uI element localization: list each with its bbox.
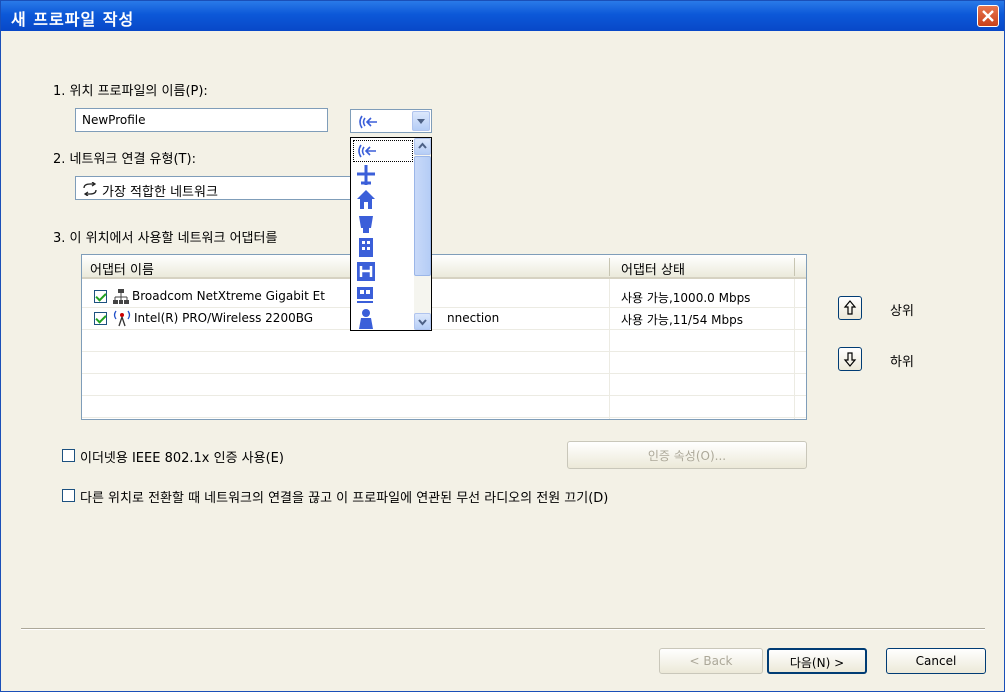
- train-icon[interactable]: [355, 284, 377, 306]
- move-up-button[interactable]: [838, 296, 862, 320]
- window-title: 새 프로파일 작성: [11, 10, 135, 29]
- table-row[interactable]: Broadcom NetXtreme Gigabit Et 사용 가능,1000…: [82, 286, 806, 308]
- hotel-icon[interactable]: [355, 260, 377, 282]
- disconnect-label[interactable]: 다른 위치로 전환할 때 네트워크의 연결을 끊고 이 프로파일에 연관된 무선…: [80, 487, 608, 506]
- coffee-cup-icon[interactable]: [355, 212, 377, 234]
- house-icon[interactable]: [355, 188, 377, 210]
- adapter-status: 사용 가능,1000.0 Mbps: [621, 291, 751, 305]
- disconnect-checkbox[interactable]: [62, 489, 75, 502]
- empty-row: [82, 396, 806, 418]
- title-bar[interactable]: 새 프로파일 작성: [1, 1, 1004, 31]
- close-icon: [982, 10, 994, 22]
- divider: [21, 628, 985, 630]
- adapter-list-header: 어댑터 이름 어댑터 상태: [82, 255, 806, 279]
- wireless-signal-icon: [359, 115, 377, 129]
- wired-network-icon: [113, 289, 129, 304]
- network-type-combo[interactable]: 가장 적합한 네트워크: [75, 176, 351, 200]
- adapter-checkbox[interactable]: [94, 312, 107, 325]
- arrow-up-icon: [843, 300, 857, 315]
- close-button[interactable]: [977, 5, 999, 27]
- person-icon[interactable]: [355, 308, 377, 330]
- profile-name-input[interactable]: NewProfile: [75, 108, 328, 132]
- move-down-label: 하위: [890, 355, 914, 370]
- column-adapter-status[interactable]: 어댑터 상태: [621, 259, 685, 278]
- dropdown-item-wireless[interactable]: [353, 140, 413, 162]
- arrow-down-icon: [843, 352, 857, 367]
- scroll-up-button[interactable]: [414, 138, 431, 155]
- wireless-signal-icon: [358, 144, 376, 158]
- adapter-status: 사용 가능,11/54 Mbps: [621, 313, 744, 327]
- refresh-icon: [83, 182, 97, 196]
- ieee-checkbox[interactable]: [62, 449, 75, 462]
- table-row[interactable]: Intel(R) PRO/Wireless 2200BG nnection 사용…: [82, 308, 806, 330]
- move-down-button[interactable]: [838, 347, 862, 371]
- empty-row: [82, 374, 806, 396]
- next-button[interactable]: 다음(N) >: [767, 648, 867, 674]
- move-up-label: 상위: [890, 304, 914, 319]
- icon-dropdown-list[interactable]: [350, 137, 432, 331]
- adapter-name: Intel(R) PRO/Wireless 2200BG: [134, 311, 314, 325]
- dialog-window: 새 프로파일 작성 1. 위치 프로파일의 이름(P): NewProfile …: [0, 0, 1005, 692]
- empty-row: [82, 352, 806, 374]
- empty-row: [82, 330, 806, 352]
- chevron-down-icon[interactable]: [412, 111, 430, 131]
- adapters-label: 3. 이 위치에서 사용할 네트워크 어댑터를: [53, 231, 278, 246]
- office-building-icon[interactable]: [355, 236, 377, 258]
- column-adapter-name[interactable]: 어댑터 이름: [90, 259, 154, 278]
- scroll-thumb[interactable]: [414, 156, 431, 276]
- network-type-value: 가장 적합한 네트워크: [102, 185, 218, 200]
- profile-name-label: 1. 위치 프로파일의 이름(P):: [53, 84, 208, 99]
- back-button[interactable]: < Back: [659, 648, 763, 674]
- chevron-down-icon: [418, 319, 427, 326]
- ieee-label[interactable]: 이더넷용 IEEE 802.1x 인증 사용(E): [80, 447, 284, 466]
- wireless-antenna-icon: [113, 310, 131, 327]
- cancel-button[interactable]: Cancel: [886, 648, 986, 674]
- network-type-label: 2. 네트워크 연결 유형(T):: [53, 152, 196, 167]
- airplane-icon[interactable]: [355, 164, 377, 186]
- auth-properties-button[interactable]: 인증 속성(O)...: [567, 441, 807, 469]
- adapter-list[interactable]: 어댑터 이름 어댑터 상태 Broadcom NetXtreme Gigabit…: [81, 254, 807, 420]
- adapter-checkbox[interactable]: [94, 290, 107, 303]
- adapter-name: Broadcom NetXtreme Gigabit Et: [132, 289, 325, 303]
- scroll-down-button[interactable]: [414, 313, 431, 330]
- chevron-up-icon: [418, 142, 427, 149]
- dropdown-scrollbar[interactable]: [414, 138, 431, 330]
- location-icon-combo[interactable]: [350, 109, 432, 133]
- adapter-name-tail: nnection: [447, 311, 500, 325]
- column-divider[interactable]: [609, 258, 610, 276]
- column-divider[interactable]: [794, 258, 795, 276]
